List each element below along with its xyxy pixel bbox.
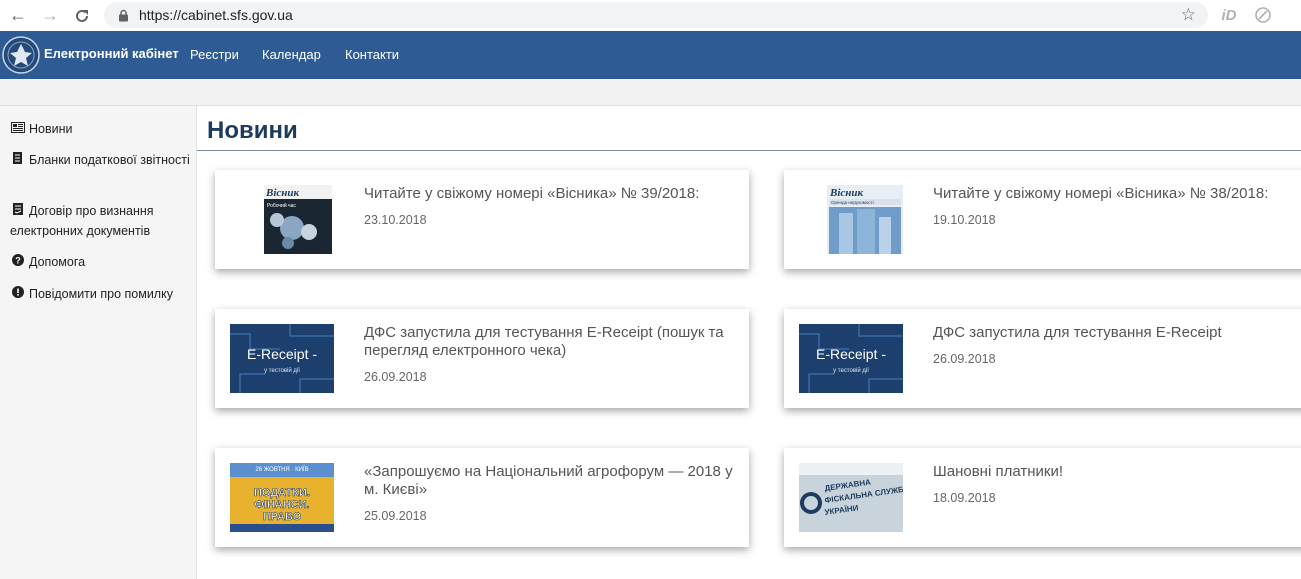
- title-divider: [197, 150, 1301, 151]
- ereceipt-subtitle: у тестовій дії: [833, 367, 869, 374]
- nav-registries[interactable]: Реєстри: [190, 47, 239, 62]
- browser-toolbar: ← → https://cabinet.sfs.gov.ua ☆ iD: [0, 0, 1301, 31]
- sidebar-item-help[interactable]: ? Допомога: [10, 253, 85, 273]
- visnyk-subtitle: Оренда нерухомості: [831, 200, 874, 205]
- url-text[interactable]: https://cabinet.sfs.gov.ua: [139, 7, 293, 23]
- visnyk-subtitle: Робочий час: [267, 202, 296, 209]
- sidebar-item-label: Договір про визнання електронних докумен…: [10, 204, 154, 238]
- brand-title[interactable]: Електронний кабінет: [44, 46, 179, 61]
- news-card[interactable]: 26 ЖОВТНЯ · КИЇВ ПОДАТКИ. ФІНАНСИ. ПРАВО…: [215, 448, 749, 547]
- extension-id-icon[interactable]: iD: [1218, 5, 1240, 25]
- sidebar-item-edoc-agreement[interactable]: Договір про визнання електронних докумен…: [10, 202, 190, 241]
- ereceipt-subtitle: у тестовій дії: [264, 367, 300, 374]
- visnyk-masthead: Вісник: [265, 187, 300, 199]
- sidebar: Новини Бланки податкової звітності Догов…: [0, 106, 197, 579]
- question-circle-icon: ?: [10, 254, 25, 273]
- bookmark-star-icon[interactable]: ☆: [1181, 5, 1196, 25]
- visnyk-masthead: Вісник: [829, 187, 864, 199]
- news-title[interactable]: Читайте у свіжому номері «Вісника» № 39/…: [364, 185, 739, 203]
- page-title: Новини: [207, 117, 298, 144]
- extension-block-icon[interactable]: [1252, 5, 1274, 25]
- news-card[interactable]: Вісник Оренда нерухомості Читайте у свіж…: [784, 170, 1301, 269]
- news-thumbnail[interactable]: Вісник Оренда нерухомості: [799, 185, 903, 254]
- site-header: Електронний кабінет Реєстри Календар Кон…: [0, 31, 1301, 79]
- newspaper-icon: [10, 121, 25, 140]
- svg-text:?: ?: [15, 256, 21, 266]
- lock-icon: [117, 8, 129, 22]
- emblem-logo-icon[interactable]: [2, 35, 40, 75]
- news-title[interactable]: Шановні платники!: [933, 463, 1301, 481]
- news-thumbnail[interactable]: 26 ЖОВТНЯ · КИЇВ ПОДАТКИ. ФІНАНСИ. ПРАВО: [230, 463, 334, 532]
- news-card[interactable]: ДЕРЖАВНА ФІСКАЛЬНА СЛУЖБА УКРАЇНИ Шановн…: [784, 448, 1301, 547]
- address-bar[interactable]: https://cabinet.sfs.gov.ua ☆: [104, 2, 1208, 28]
- sidebar-item-label: Бланки податкової звітності: [29, 153, 190, 167]
- news-thumbnail[interactable]: E-Receipt - у тестовій дії: [230, 324, 334, 393]
- news-thumbnail[interactable]: Вісник Робочий час: [230, 185, 334, 254]
- document-icon: [10, 152, 25, 171]
- sidebar-item-label: Новини: [29, 122, 73, 136]
- sidebar-item-report-forms[interactable]: Бланки податкової звітності: [10, 151, 190, 171]
- sub-toolbar: [0, 79, 1301, 106]
- back-arrow-icon[interactable]: ←: [6, 4, 30, 28]
- exclamation-circle-icon: [10, 286, 25, 305]
- news-thumbnail[interactable]: E-Receipt - у тестовій дії: [799, 324, 903, 393]
- agro-line-1: ПОДАТКИ.: [254, 487, 310, 499]
- news-card[interactable]: E-Receipt - у тестовій дії ДФС запустила…: [784, 309, 1301, 408]
- news-title[interactable]: Читайте у свіжому номері «Вісника» № 38/…: [933, 185, 1301, 203]
- nav-calendar[interactable]: Календар: [262, 47, 321, 62]
- news-title[interactable]: ДФС запустила для тестування Е-Receipt: [933, 324, 1301, 342]
- ereceipt-headline: E-Receipt -: [816, 346, 886, 362]
- agro-date: 26 ЖОВТНЯ · КИЇВ: [255, 466, 308, 473]
- sidebar-item-label: Повідомити про помилку: [29, 287, 173, 301]
- sidebar-item-label: Допомога: [29, 255, 86, 269]
- forward-arrow-icon[interactable]: →: [38, 4, 62, 28]
- ereceipt-headline: E-Receipt -: [247, 346, 317, 362]
- news-title[interactable]: ДФС запустила для тестування Е-Receipt (…: [364, 324, 739, 360]
- contract-icon: [10, 203, 25, 222]
- reload-icon[interactable]: [70, 4, 94, 28]
- news-date: 19.10.2018: [933, 213, 996, 227]
- news-date: 18.09.2018: [933, 491, 996, 505]
- nav-contacts[interactable]: Контакти: [345, 47, 399, 62]
- agro-line-3: ПРАВО: [263, 511, 302, 523]
- news-card[interactable]: Вісник Робочий час Читайте у свіжому ном…: [215, 170, 749, 269]
- news-date: 25.09.2018: [364, 509, 427, 523]
- news-date: 23.10.2018: [364, 213, 427, 227]
- news-date: 26.09.2018: [933, 352, 996, 366]
- news-card[interactable]: E-Receipt - у тестовій дії ДФС запустила…: [215, 309, 749, 408]
- sidebar-item-news[interactable]: Новини: [10, 120, 73, 140]
- agro-line-2: ФІНАНСИ.: [254, 499, 309, 511]
- sidebar-item-report-error[interactable]: Повідомити про помилку: [10, 285, 173, 305]
- news-thumbnail[interactable]: ДЕРЖАВНА ФІСКАЛЬНА СЛУЖБА УКРАЇНИ: [799, 463, 903, 532]
- news-date: 26.09.2018: [364, 370, 427, 384]
- news-title[interactable]: «Запрошуємо на Національний агрофорум — …: [364, 463, 739, 499]
